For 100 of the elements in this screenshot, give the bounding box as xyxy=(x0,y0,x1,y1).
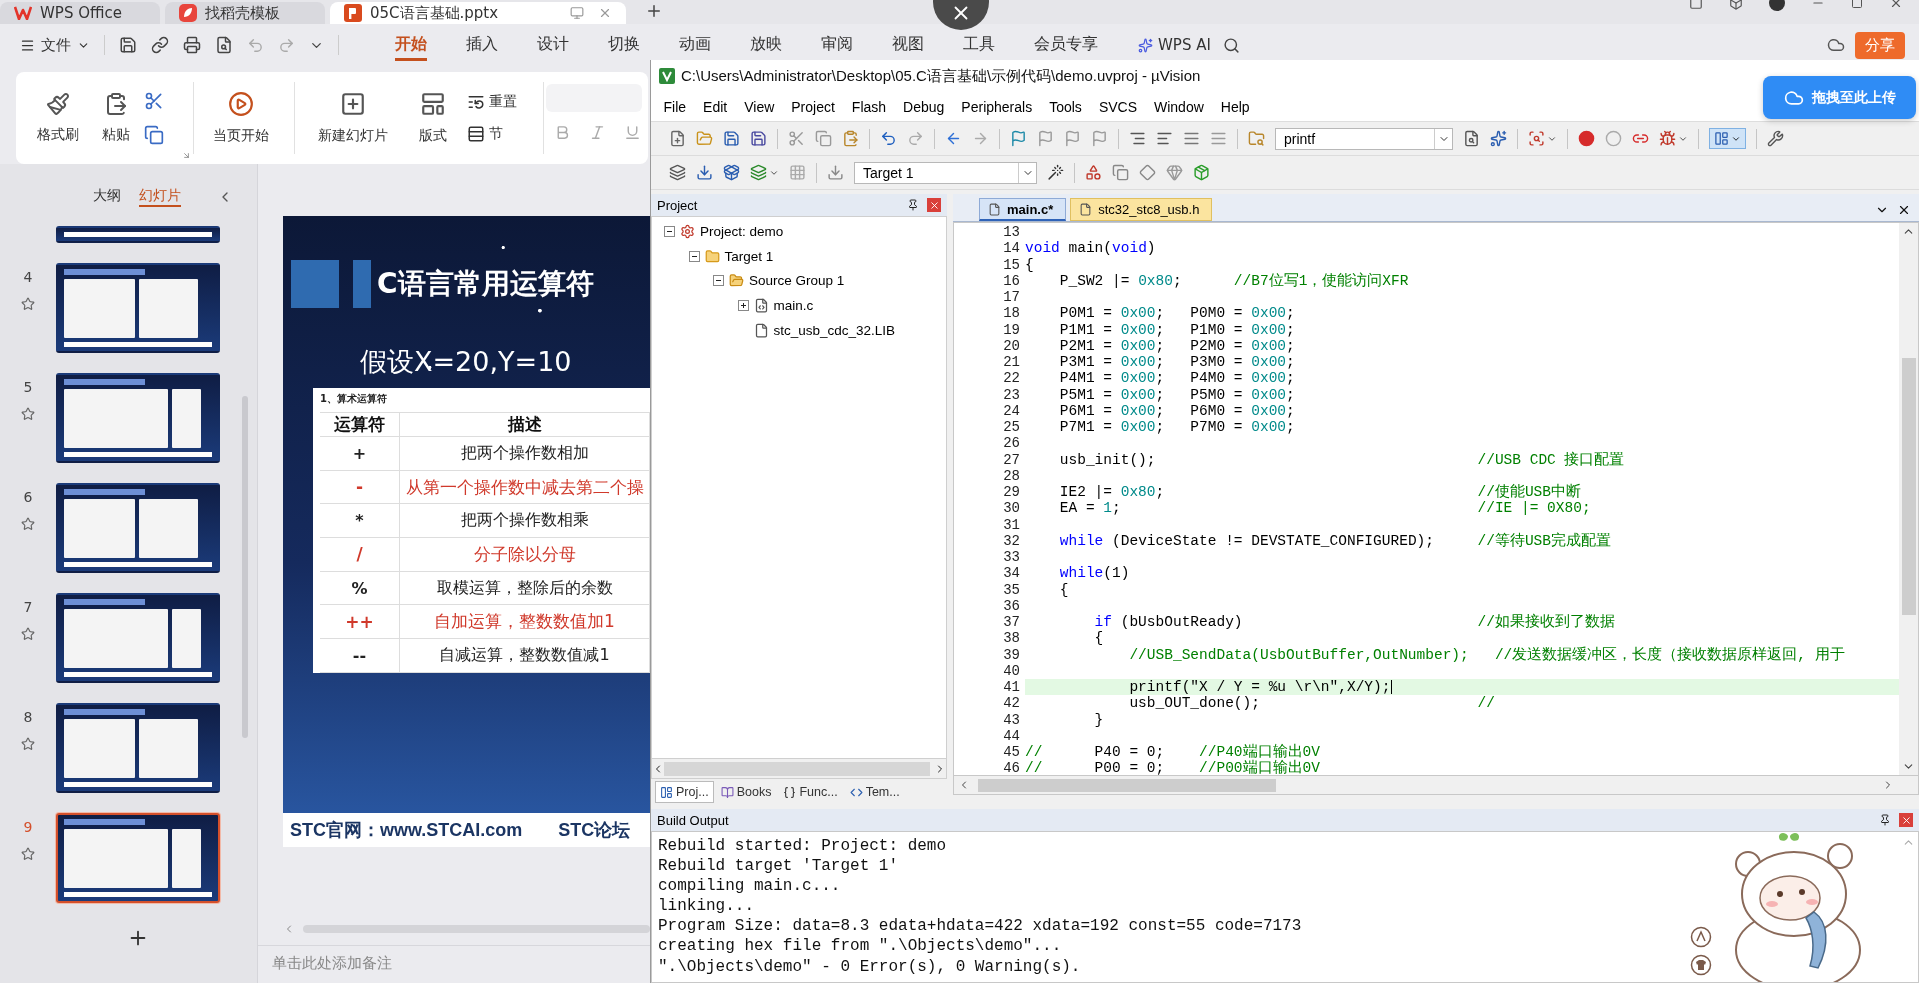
print-preview-icon[interactable] xyxy=(215,36,233,54)
new-tab-icon[interactable] xyxy=(645,2,663,20)
scrollbar-thumb[interactable] xyxy=(664,761,930,776)
pane-tab[interactable]: Tem... xyxy=(844,781,905,803)
copy-icon[interactable] xyxy=(815,130,832,147)
print-icon[interactable] xyxy=(183,36,201,54)
layout-button[interactable]: 版式 xyxy=(403,72,463,164)
scrollbar-track[interactable] xyxy=(303,925,650,933)
ribbon-tab[interactable]: 设计 xyxy=(537,29,569,61)
circle-icon[interactable] xyxy=(1690,926,1712,948)
cube-icon[interactable] xyxy=(1729,0,1743,10)
breakpoint-icon[interactable] xyxy=(1578,130,1595,147)
lines-icon[interactable] xyxy=(1183,130,1200,147)
new-file-icon[interactable] xyxy=(669,130,686,147)
ribbon-tab[interactable]: 开始 xyxy=(395,29,427,61)
format-painter-button[interactable]: 格式刷 xyxy=(24,72,92,164)
cut-icon[interactable] xyxy=(144,91,164,111)
ribbon-tab[interactable]: 审阅 xyxy=(821,29,853,61)
slide-thumbnail[interactable] xyxy=(56,703,220,793)
tree-item[interactable]: Target 1 xyxy=(724,248,774,264)
close-button[interactable] xyxy=(927,198,941,212)
wrench-icon[interactable] xyxy=(1767,130,1784,147)
window-layout-button[interactable] xyxy=(1709,128,1746,149)
expand-corner-icon[interactable] xyxy=(182,151,191,160)
ai-button[interactable]: WPS AI xyxy=(1138,36,1211,54)
menu-item[interactable]: Peripherals xyxy=(952,98,1041,115)
menu-item[interactable]: Project xyxy=(782,98,844,115)
scrollbar-thumb[interactable] xyxy=(1901,358,1916,615)
cloud-icon[interactable] xyxy=(1827,36,1845,54)
app-tab[interactable]: WPS Office xyxy=(0,2,160,24)
ribbon-tab[interactable]: 动画 xyxy=(679,29,711,61)
star-icon[interactable] xyxy=(21,627,35,641)
slide-thumbnail[interactable] xyxy=(56,373,220,463)
pin-icon[interactable] xyxy=(1879,814,1891,826)
download-icon[interactable] xyxy=(696,164,713,181)
menu-item[interactable]: Window xyxy=(1145,98,1213,115)
tree-item[interactable]: Source Group 1 xyxy=(749,273,845,289)
save-icon[interactable] xyxy=(723,130,740,147)
menu-item[interactable]: SVCS xyxy=(1090,98,1146,115)
paste-button[interactable]: 粘贴 xyxy=(92,72,140,164)
close-icon[interactable] xyxy=(1889,0,1903,10)
app-tab[interactable]: 05C语言基础.pptx xyxy=(330,2,626,24)
file-search-icon[interactable] xyxy=(1463,130,1480,147)
menu-item[interactable]: Help xyxy=(1212,98,1259,115)
shapes-icon[interactable] xyxy=(1085,164,1102,181)
paste-icon[interactable] xyxy=(842,130,859,147)
slide-thumbnail[interactable] xyxy=(56,593,220,683)
ribbon-tab[interactable]: 会员专享 xyxy=(1034,29,1098,61)
menu-item[interactable]: File xyxy=(655,98,695,115)
maximize-icon[interactable] xyxy=(1851,0,1863,9)
tree-item[interactable]: stc_usb_cdc_32.LIB xyxy=(773,323,896,339)
section-button[interactable]: 节 xyxy=(467,125,541,143)
menu-item[interactable]: View xyxy=(735,98,783,115)
reset-button[interactable]: 重置 xyxy=(467,93,541,111)
ribbon-tab[interactable]: 视图 xyxy=(892,29,924,61)
play-from-current-button[interactable]: 当页开始 xyxy=(196,72,286,164)
outdent-icon[interactable] xyxy=(1156,130,1173,147)
save-all-icon[interactable] xyxy=(750,130,767,147)
app-tab[interactable]: 找稻壳模板 xyxy=(165,2,325,24)
editor-tab[interactable]: stc32_stc8_usb.h xyxy=(1070,198,1213,221)
panel-tab[interactable]: 幻灯片 xyxy=(139,187,181,207)
link-icon[interactable] xyxy=(151,36,169,54)
star-icon[interactable] xyxy=(21,407,35,421)
lines-icon[interactable] xyxy=(1210,130,1227,147)
ribbon-tab[interactable]: 放映 xyxy=(750,29,782,61)
monitor-icon[interactable] xyxy=(570,6,584,20)
star-icon[interactable] xyxy=(21,517,35,531)
flag-icon[interactable] xyxy=(1010,130,1027,147)
search-icon[interactable] xyxy=(1222,36,1240,54)
load-icon[interactable] xyxy=(827,164,844,181)
layers-icon[interactable] xyxy=(750,164,767,181)
cut-icon[interactable] xyxy=(788,130,805,147)
undo-icon[interactable] xyxy=(880,130,897,147)
menu-item[interactable]: Flash xyxy=(843,98,895,115)
flag-icon[interactable] xyxy=(1037,130,1054,147)
flag-icon[interactable] xyxy=(1091,130,1108,147)
new-slide-button[interactable]: 新建幻灯片 xyxy=(303,72,403,164)
indent-icon[interactable] xyxy=(1129,130,1146,147)
ribbon-tab[interactable]: 切换 xyxy=(608,29,640,61)
ribbon-tab[interactable]: 插入 xyxy=(466,29,498,61)
slide-thumbnail[interactable] xyxy=(56,813,220,903)
menu-item[interactable]: Debug xyxy=(894,98,953,115)
close-icon[interactable] xyxy=(1897,203,1911,217)
star-icon[interactable] xyxy=(21,847,35,861)
save-icon[interactable] xyxy=(119,36,137,54)
layers-icon[interactable] xyxy=(669,164,686,181)
scrollbar-thumb[interactable] xyxy=(242,396,248,738)
window-icon[interactable] xyxy=(1689,0,1703,10)
windows-icon[interactable] xyxy=(1112,164,1129,181)
slide-thumbnail[interactable] xyxy=(56,483,220,573)
target-combo[interactable]: Target 1 xyxy=(854,161,1037,184)
editor-tab[interactable]: main.c* xyxy=(979,198,1067,221)
scrollbar-thumb[interactable] xyxy=(978,778,1276,792)
back-arrow-icon[interactable] xyxy=(945,130,962,147)
pin-icon[interactable] xyxy=(907,199,919,211)
bug-icon[interactable] xyxy=(1659,130,1676,147)
tree-item[interactable]: main.c xyxy=(773,298,814,314)
collapse-icon[interactable] xyxy=(713,275,724,287)
file-menu-button[interactable]: 文件 xyxy=(20,35,90,55)
folder-search-icon[interactable] xyxy=(1248,130,1265,147)
